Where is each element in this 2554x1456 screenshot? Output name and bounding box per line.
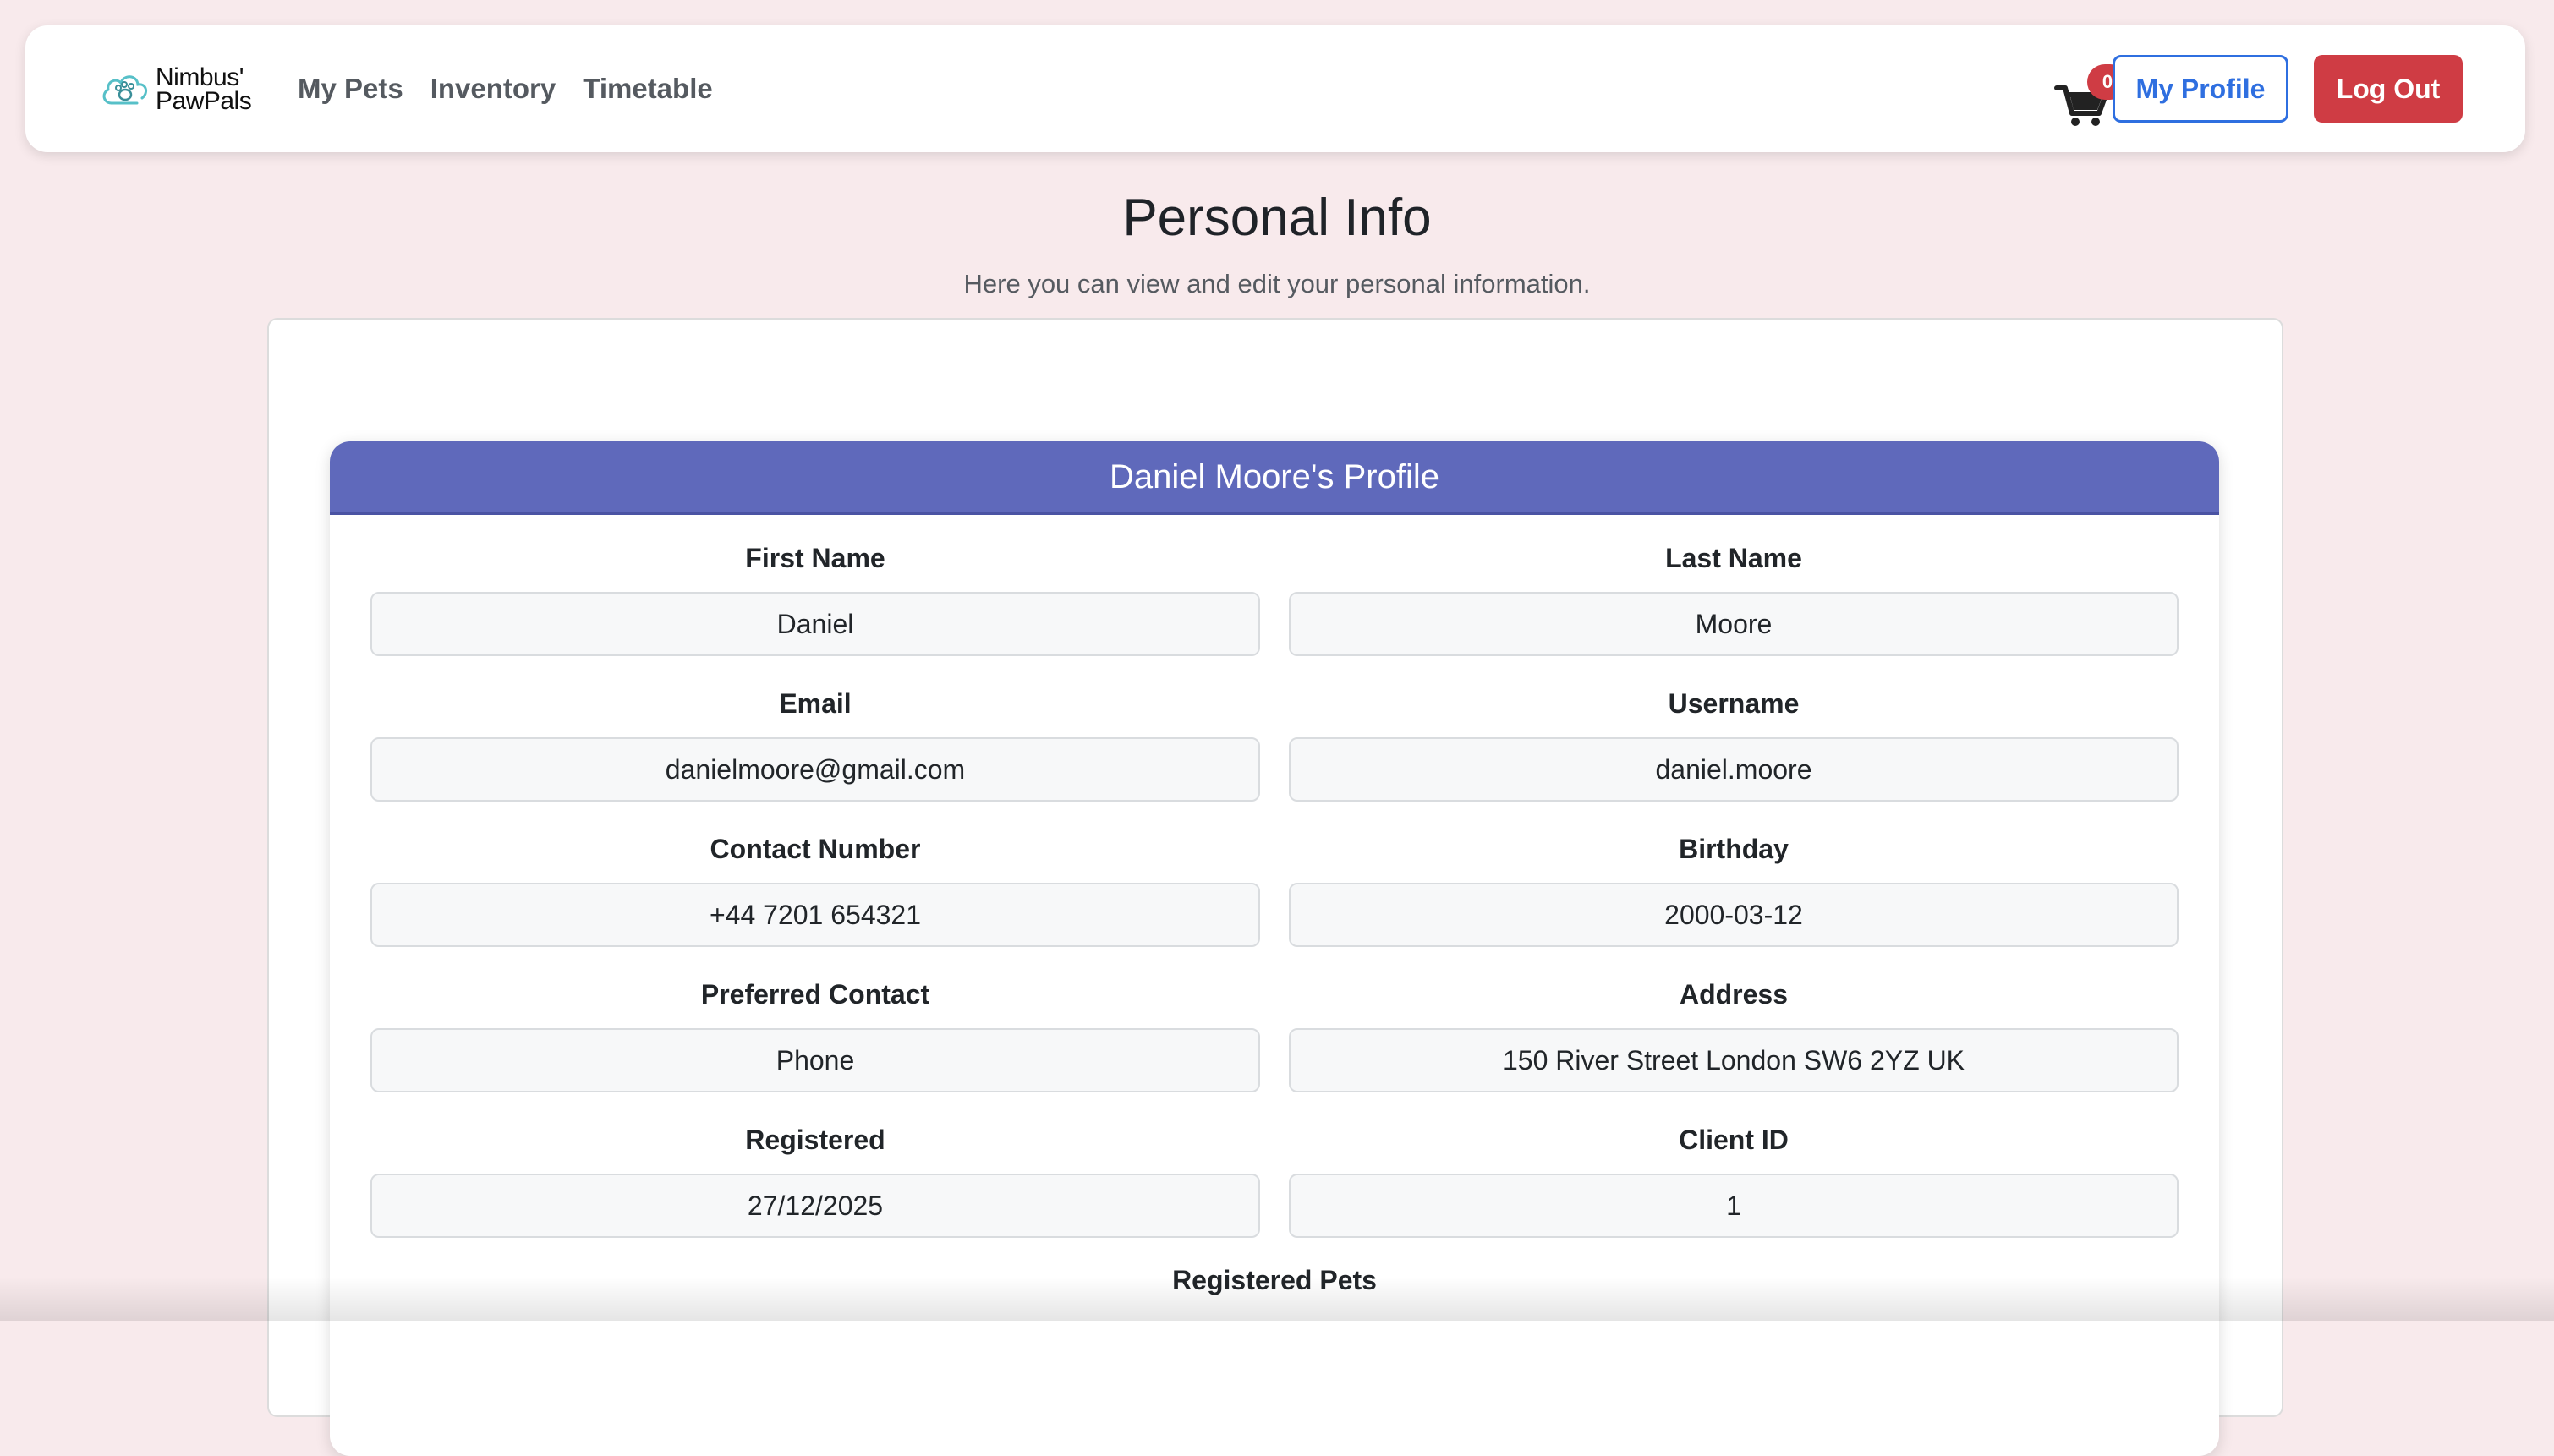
preferred-contact-field: Preferred Contact Phone bbox=[370, 976, 1260, 1092]
client-id-label: Client ID bbox=[1679, 1125, 1789, 1155]
client-id-input[interactable]: 1 bbox=[1289, 1174, 2179, 1238]
birthday-field: Birthday 2000-03-12 bbox=[1289, 830, 2179, 947]
email-label: Email bbox=[779, 688, 852, 719]
username-input[interactable]: daniel.moore bbox=[1289, 737, 2179, 802]
brand-name-line2: PawPals bbox=[156, 87, 252, 115]
last-name-field: Last Name Moore bbox=[1289, 539, 2179, 656]
preferred-contact-label: Preferred Contact bbox=[700, 979, 930, 1010]
nav-links: My Pets Inventory Timetable bbox=[298, 25, 713, 152]
contact-number-label: Contact Number bbox=[710, 834, 921, 864]
page-subtitle: Here you can view and edit your personal… bbox=[963, 269, 1591, 298]
address-input[interactable]: 150 River Street London SW6 2YZ UK bbox=[1289, 1028, 2179, 1092]
birthday-label: Birthday bbox=[1679, 834, 1789, 864]
first-name-label: First Name bbox=[745, 543, 885, 573]
client-id-field: Client ID 1 bbox=[1289, 1121, 2179, 1238]
last-name-label: Last Name bbox=[1665, 543, 1802, 573]
registered-field: Registered 27/12/2025 bbox=[370, 1121, 1260, 1238]
nav-link-my-pets[interactable]: My Pets bbox=[298, 73, 403, 105]
last-name-input[interactable]: Moore bbox=[1289, 592, 2179, 656]
registered-label: Registered bbox=[745, 1125, 885, 1155]
registered-input[interactable]: 27/12/2025 bbox=[370, 1174, 1260, 1238]
my-profile-button[interactable]: My Profile bbox=[2113, 55, 2288, 123]
email-field: Email danielmoore@gmail.com bbox=[370, 685, 1260, 802]
paw-cloud-logo-icon bbox=[102, 75, 148, 105]
email-input[interactable]: danielmoore@gmail.com bbox=[370, 737, 1260, 802]
registered-pets-heading: Registered Pets bbox=[1172, 1265, 1377, 1295]
brand-name: Nimbus' PawPals bbox=[156, 63, 252, 115]
first-name-input[interactable]: Daniel bbox=[370, 592, 1260, 656]
username-field: Username daniel.moore bbox=[1289, 685, 2179, 802]
profile-card: Daniel Moore's Profile First Name Daniel… bbox=[330, 441, 2219, 1456]
log-out-button[interactable]: Log Out bbox=[2314, 55, 2463, 123]
first-name-field: First Name Daniel bbox=[370, 539, 1260, 656]
contact-number-field: Contact Number +44 7201 654321 bbox=[370, 830, 1260, 947]
profile-card-header: Daniel Moore's Profile bbox=[330, 441, 2219, 515]
nav-link-timetable[interactable]: Timetable bbox=[583, 73, 712, 105]
address-label: Address bbox=[1679, 979, 1789, 1010]
birthday-input[interactable]: 2000-03-12 bbox=[1289, 883, 2179, 947]
brand-name-line1: Nimbus' bbox=[156, 63, 244, 91]
contact-number-input[interactable]: +44 7201 654321 bbox=[370, 883, 1260, 947]
preferred-contact-input[interactable]: Phone bbox=[370, 1028, 1260, 1092]
cart-button[interactable]: 0 bbox=[2050, 64, 2128, 132]
nav-link-inventory[interactable]: Inventory bbox=[430, 73, 556, 105]
page-title: Personal Info bbox=[1122, 189, 1432, 247]
username-label: Username bbox=[1668, 688, 1800, 719]
brand-logo[interactable]: Nimbus' PawPals bbox=[100, 59, 277, 122]
navbar: Nimbus' PawPals My Pets Inventory Timeta… bbox=[25, 25, 2525, 152]
address-field: Address 150 River Street London SW6 2YZ … bbox=[1289, 976, 2179, 1092]
